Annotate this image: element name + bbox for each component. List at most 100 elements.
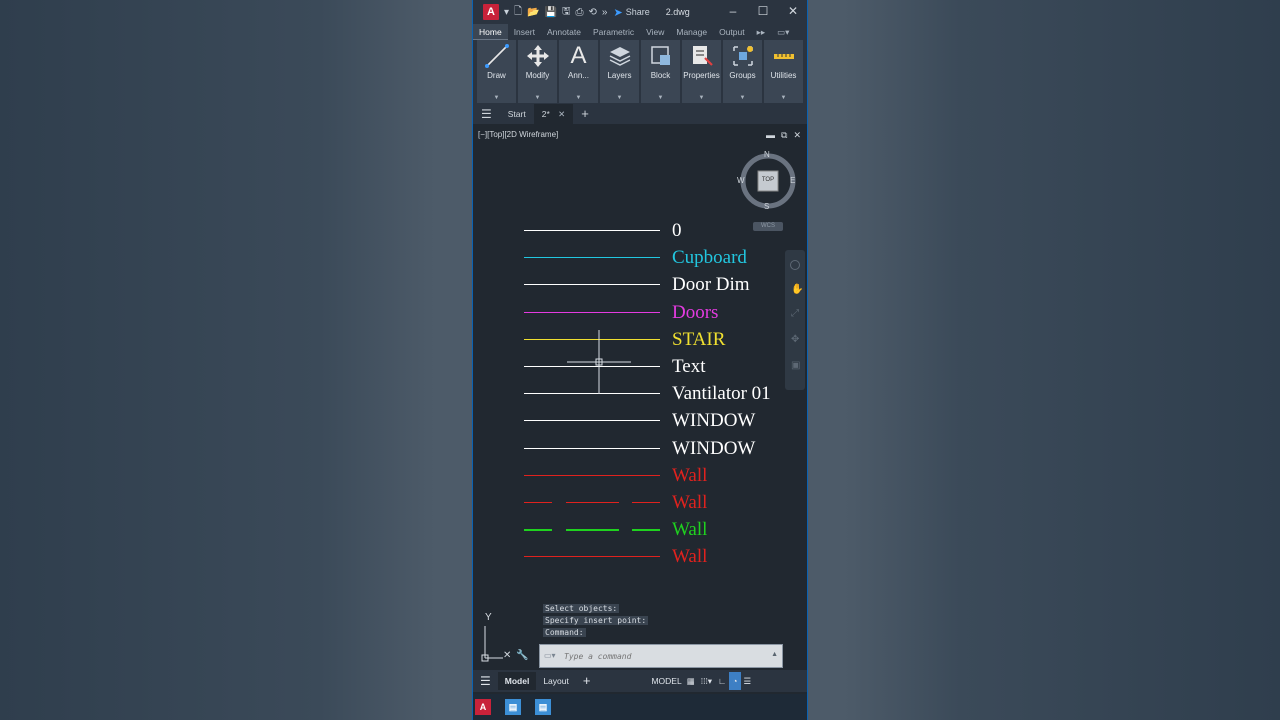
open-file-icon[interactable]: 📂 — [527, 7, 539, 18]
layer-line-sample[interactable] — [524, 502, 660, 504]
tab-home[interactable]: Home — [473, 24, 508, 40]
grid-icon[interactable]: ▦ — [684, 672, 698, 690]
chevron-down-icon[interactable]: ▼ — [535, 95, 541, 101]
close-tab-icon[interactable]: ✕ — [558, 109, 565, 119]
panel-block[interactable]: Block ▼ — [641, 40, 680, 103]
compass-south[interactable]: S — [764, 202, 769, 211]
hamburger-menu-icon[interactable]: ☰ — [473, 104, 500, 124]
drawing-viewport[interactable]: [−][Top][2D Wireframe] ▬ ⧉ ✕ TOP N S E W… — [473, 128, 807, 668]
wcs-menu[interactable]: WCS — [753, 222, 783, 231]
viewport-controls-label[interactable]: [−][Top][2D Wireframe] — [478, 130, 558, 139]
layer-name-text[interactable]: Vantilator 01 — [672, 384, 771, 403]
layer-name-text[interactable]: Wall — [672, 547, 707, 566]
layer-name-text[interactable]: WINDOW — [672, 439, 755, 458]
viewport-close-icon[interactable]: ✕ — [793, 130, 801, 141]
layer-line-sample[interactable] — [524, 474, 660, 476]
panel-layers[interactable]: Layers ▼ — [600, 40, 639, 103]
autocad-taskbar-icon[interactable]: A — [475, 699, 491, 715]
chevron-down-icon[interactable]: ▼ — [740, 95, 746, 101]
new-file-icon[interactable]: 🗋 — [514, 4, 522, 21]
layer-line-sample[interactable] — [524, 447, 660, 449]
maximize-icon[interactable]: ☐ — [753, 4, 773, 18]
customization-menu-icon[interactable]: ☰ — [741, 672, 755, 690]
undo-icon[interactable]: ⟲ — [589, 7, 597, 18]
compass-north[interactable]: N — [764, 150, 770, 159]
chevron-down-icon[interactable]: ▼ — [699, 95, 705, 101]
showmotion-icon[interactable]: ▣ — [791, 360, 800, 371]
file-explorer-taskbar-icon-2[interactable]: ▤ — [535, 699, 551, 715]
tab-drawing-2[interactable]: 2* ✕ — [533, 104, 574, 124]
tab-parametric[interactable]: Parametric — [587, 24, 640, 40]
model-space-toggle[interactable]: MODEL — [649, 672, 683, 690]
layer-name-text[interactable]: Wall — [672, 520, 707, 539]
command-input[interactable] — [564, 651, 744, 661]
compass-west[interactable]: W — [737, 176, 745, 185]
chevron-down-icon[interactable]: ▼ — [617, 95, 623, 101]
share-button[interactable]: ➤ Share — [613, 6, 649, 19]
command-prompt-icon[interactable]: ▭▾ — [544, 651, 556, 660]
chevron-down-icon[interactable]: ▼ — [494, 95, 500, 101]
layer-line-sample[interactable] — [524, 556, 660, 558]
close-command-line-icon[interactable]: ✕ — [503, 650, 511, 661]
layer-name-text[interactable]: Doors — [672, 303, 718, 322]
chevron-down-icon[interactable]: ▼ — [781, 95, 787, 101]
ortho-icon[interactable]: ∟ — [715, 672, 729, 690]
layer-line-sample[interactable] — [524, 338, 660, 340]
layout-menu-icon[interactable]: ☰ — [473, 672, 498, 690]
tab-model[interactable]: Model — [497, 672, 537, 690]
layer-line-sample[interactable] — [524, 529, 660, 531]
pan-hand-icon[interactable]: ✋ — [791, 284, 803, 295]
panel-utilities[interactable]: Utilities ▼ — [764, 40, 803, 103]
layer-line-sample[interactable] — [524, 366, 660, 367]
layer-name-text[interactable]: Wall — [672, 466, 707, 485]
zoom-icon[interactable]: ⤢ — [791, 308, 799, 319]
layer-line-sample[interactable] — [524, 393, 660, 395]
panel-draw[interactable]: Draw ▼ — [477, 40, 516, 103]
ribbon-display-icon[interactable]: ▭▾ — [771, 24, 795, 40]
panel-properties[interactable]: Properties ▼ — [682, 40, 721, 103]
tab-annotate[interactable]: Annotate — [541, 24, 587, 40]
orbit-icon[interactable]: ✥ — [791, 334, 799, 345]
app-logo[interactable]: A — [483, 4, 499, 20]
layer-name-text[interactable]: Door Dim — [672, 275, 750, 294]
layer-line-sample[interactable] — [524, 311, 660, 313]
close-icon[interactable]: ✕ — [783, 4, 803, 18]
app-menu-arrow-icon[interactable]: ▾ — [504, 7, 509, 18]
layer-line-sample[interactable] — [524, 284, 660, 286]
polar-tracking-icon[interactable]: ◔ — [729, 672, 741, 690]
layer-name-text[interactable]: STAIR — [672, 330, 725, 349]
layer-line-sample[interactable] — [524, 420, 660, 422]
layer-name-text[interactable]: Wall — [672, 493, 707, 512]
minimize-icon[interactable]: – — [723, 4, 743, 18]
layer-line-sample[interactable] — [524, 230, 660, 231]
tab-manage[interactable]: Manage — [670, 24, 713, 40]
chevron-down-icon[interactable]: ▼ — [658, 95, 664, 101]
layer-name-text[interactable]: WINDOW — [672, 411, 755, 430]
layer-name-text[interactable]: Text — [672, 357, 706, 376]
tab-output[interactable]: Output — [713, 24, 751, 40]
viewport-restore-icon[interactable]: ⧉ — [781, 130, 787, 141]
layer-line-sample[interactable] — [524, 257, 660, 259]
more-tools-icon[interactable]: » — [602, 7, 608, 18]
panel-annotation[interactable]: A Ann... ▼ — [559, 40, 598, 103]
save-icon[interactable]: 💾 — [545, 7, 557, 18]
steering-wheel-icon[interactable] — [790, 260, 800, 270]
navigation-bar[interactable]: ✋ ⤢ ✥ ▣ — [785, 250, 805, 390]
command-line[interactable]: ▭▾ ▲ — [539, 644, 783, 668]
tab-start[interactable]: Start — [500, 104, 534, 124]
save-as-icon[interactable]: 🖫 — [562, 4, 571, 21]
layer-name-text[interactable]: 0 — [672, 221, 682, 240]
snap-icon[interactable]: ⁞⁞⁞▾ — [698, 672, 715, 690]
add-layout-icon[interactable]: + — [576, 672, 598, 690]
panel-groups[interactable]: Groups ▼ — [723, 40, 762, 103]
tab-view[interactable]: View — [640, 24, 670, 40]
chevron-down-icon[interactable]: ▼ — [576, 95, 582, 101]
command-history-toggle-icon[interactable]: ▲ — [771, 651, 778, 658]
layer-name-text[interactable]: Cupboard — [672, 248, 747, 267]
viewcube-top-face[interactable]: TOP — [758, 177, 778, 183]
file-explorer-taskbar-icon[interactable]: ▤ — [505, 699, 521, 715]
compass-east[interactable]: E — [790, 176, 795, 185]
print-icon[interactable]: ⎙ — [576, 7, 584, 18]
new-tab-icon[interactable]: + — [573, 104, 597, 124]
customize-wrench-icon[interactable]: 🔧 — [516, 650, 528, 661]
